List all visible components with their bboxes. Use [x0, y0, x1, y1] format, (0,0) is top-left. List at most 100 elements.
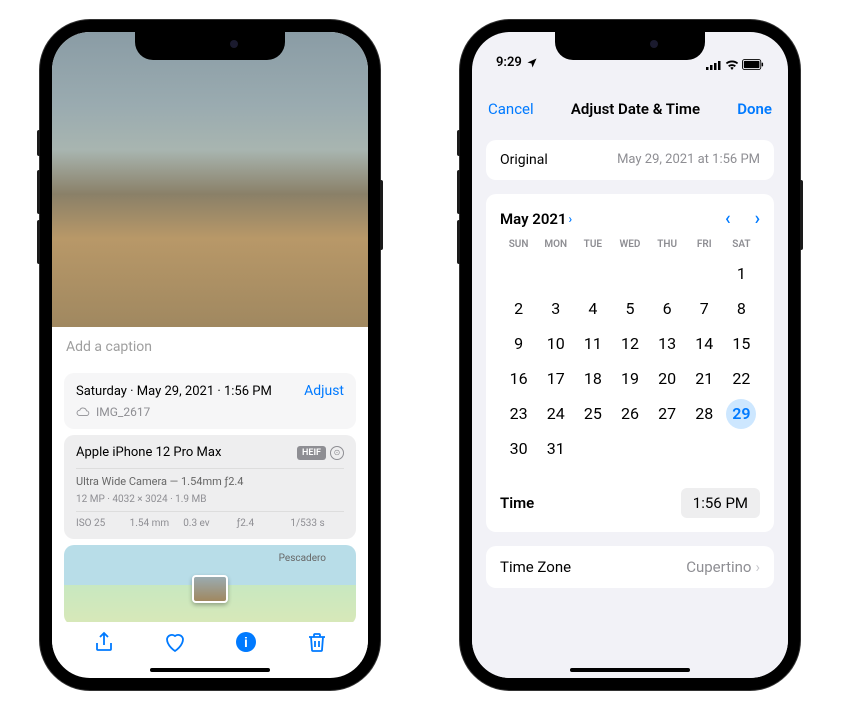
calendar-day[interactable]: 5	[611, 293, 648, 324]
calendar-day[interactable]: 16	[500, 363, 537, 394]
calendar-weekday: THU	[649, 239, 686, 250]
calendar-day[interactable]: 22	[723, 363, 760, 394]
calendar-weekday: MON	[537, 239, 574, 250]
calendar-month-button[interactable]: May 2021 ›	[500, 210, 572, 228]
caption-input[interactable]: Add a caption	[52, 327, 368, 367]
calendar-day[interactable]: 3	[537, 293, 574, 324]
mute-switch	[457, 130, 460, 156]
screen-right: 9:29 Cancel Adjust Date & Time Done Orig…	[472, 32, 788, 678]
home-indicator[interactable]	[150, 668, 270, 672]
exif-row: ISO 25 1.54 mm 0.3 ev ƒ2.4 1/533 s	[76, 512, 344, 529]
calendar-days-grid: ......1234567891011121314151617181920212…	[500, 258, 760, 464]
calendar-day[interactable]: 14	[686, 328, 723, 359]
timezone-row[interactable]: Time Zone Cupertino ›	[486, 546, 774, 588]
calendar-next-button[interactable]: ›	[755, 208, 760, 229]
calendar-weekday: FRI	[686, 239, 723, 250]
exif-ev: 0.3 ev	[183, 518, 237, 529]
calendar-weekday-row: SUNMONTUEWEDTHUFRISAT	[500, 239, 760, 250]
metadata-icon[interactable]: ⊙	[330, 446, 344, 460]
share-icon[interactable]	[92, 630, 116, 654]
exif-iso: ISO 25	[76, 518, 130, 529]
svg-text:i: i	[244, 634, 248, 650]
calendar-weekday: TUE	[574, 239, 611, 250]
exif-aperture: ƒ2.4	[237, 518, 291, 529]
exif-focal: 1.54 mm	[130, 518, 184, 529]
bottom-toolbar: i	[52, 622, 368, 662]
cancel-button[interactable]: Cancel	[488, 100, 534, 118]
camera-lens-label: Ultra Wide Camera — 1.54mm ƒ2.4	[76, 469, 344, 494]
signal-icon	[706, 60, 722, 70]
calendar-day[interactable]: 7	[686, 293, 723, 324]
timezone-value: Cupertino	[686, 558, 751, 576]
calendar-weekday: SAT	[723, 239, 760, 250]
power-button	[800, 180, 803, 250]
calendar-weekday: WED	[611, 239, 648, 250]
calendar-day[interactable]: 27	[649, 398, 686, 429]
calendar-day[interactable]: 12	[611, 328, 648, 359]
calendar-day[interactable]: 20	[649, 363, 686, 394]
calendar-day[interactable]: 25	[574, 398, 611, 429]
location-map[interactable]: Pescadero	[64, 545, 356, 625]
phone-right: 9:29 Cancel Adjust Date & Time Done Orig…	[460, 20, 800, 690]
map-location-label: Pescadero	[279, 553, 326, 564]
calendar-day[interactable]: 17	[537, 363, 574, 394]
location-icon	[526, 57, 538, 69]
original-value: May 29, 2021 at 1:56 PM	[617, 152, 760, 168]
info-icon[interactable]: i	[234, 630, 258, 654]
calendar-day[interactable]: 18	[574, 363, 611, 394]
date-info-card: Saturday · May 29, 2021 · 1:56 PM Adjust…	[64, 373, 356, 429]
map-photo-thumbnail[interactable]	[192, 575, 228, 603]
chevron-right-icon: ›	[569, 212, 573, 226]
photo-date-text: Saturday · May 29, 2021 · 1:56 PM	[76, 384, 272, 399]
volume-up-button	[37, 170, 40, 214]
calendar-day[interactable]: 2	[500, 293, 537, 324]
done-button[interactable]: Done	[737, 100, 772, 118]
image-filename: IMG_2617	[96, 405, 150, 419]
modal-title: Adjust Date & Time	[571, 100, 700, 118]
calendar-prev-button[interactable]: ‹	[725, 208, 731, 229]
original-label: Original	[500, 152, 548, 168]
photo-preview[interactable]	[52, 32, 368, 327]
calendar-day[interactable]: 10	[537, 328, 574, 359]
calendar-day[interactable]: 13	[649, 328, 686, 359]
device-info-card: Apple iPhone 12 Pro Max HEIF ⊙ Ultra Wid…	[64, 435, 356, 539]
chevron-right-icon: ›	[755, 558, 760, 576]
timezone-label: Time Zone	[500, 558, 571, 576]
calendar-day[interactable]: 15	[723, 328, 760, 359]
calendar-card: May 2021 › ‹ › SUNMONTUEWEDTHUFRISAT ...…	[486, 194, 774, 532]
notch-camera-dot	[230, 40, 238, 48]
calendar-day[interactable]: 9	[500, 328, 537, 359]
calendar-day[interactable]: 11	[574, 328, 611, 359]
calendar-day[interactable]: 24	[537, 398, 574, 429]
calendar-day[interactable]: 21	[686, 363, 723, 394]
calendar-day[interactable]: 4	[574, 293, 611, 324]
status-time: 9:29	[496, 55, 522, 70]
calendar-day[interactable]: 26	[611, 398, 648, 429]
calendar-day[interactable]: 19	[611, 363, 648, 394]
camera-specs-label: 12 MP · 4032 × 3024 · 1.9 MB	[76, 494, 344, 512]
cloud-icon	[76, 407, 90, 417]
time-picker-button[interactable]: 1:56 PM	[681, 488, 760, 518]
time-label: Time	[500, 494, 534, 512]
trash-icon[interactable]	[305, 630, 329, 654]
calendar-day[interactable]: 30	[500, 433, 537, 464]
volume-down-button	[37, 220, 40, 264]
calendar-day[interactable]: 28	[686, 398, 723, 429]
phone-left: Add a caption Saturday · May 29, 2021 · …	[40, 20, 380, 690]
calendar-day[interactable]: 23	[500, 398, 537, 429]
exif-shutter: 1/533 s	[290, 518, 344, 529]
favorite-icon[interactable]	[163, 630, 187, 654]
home-indicator[interactable]	[570, 668, 690, 672]
adjust-button[interactable]: Adjust	[304, 383, 344, 399]
calendar-day[interactable]: 1	[723, 258, 760, 289]
power-button	[380, 180, 383, 250]
calendar-day[interactable]: 31	[537, 433, 574, 464]
notch-camera-dot	[650, 40, 658, 48]
calendar-weekday: SUN	[500, 239, 537, 250]
calendar-day[interactable]: 8	[723, 293, 760, 324]
screen-left: Add a caption Saturday · May 29, 2021 · …	[52, 32, 368, 678]
calendar-day[interactable]: 6	[649, 293, 686, 324]
device-name-label: Apple iPhone 12 Pro Max	[76, 445, 221, 460]
status-bar: 9:29	[472, 32, 788, 72]
calendar-day[interactable]: 29	[723, 398, 760, 429]
